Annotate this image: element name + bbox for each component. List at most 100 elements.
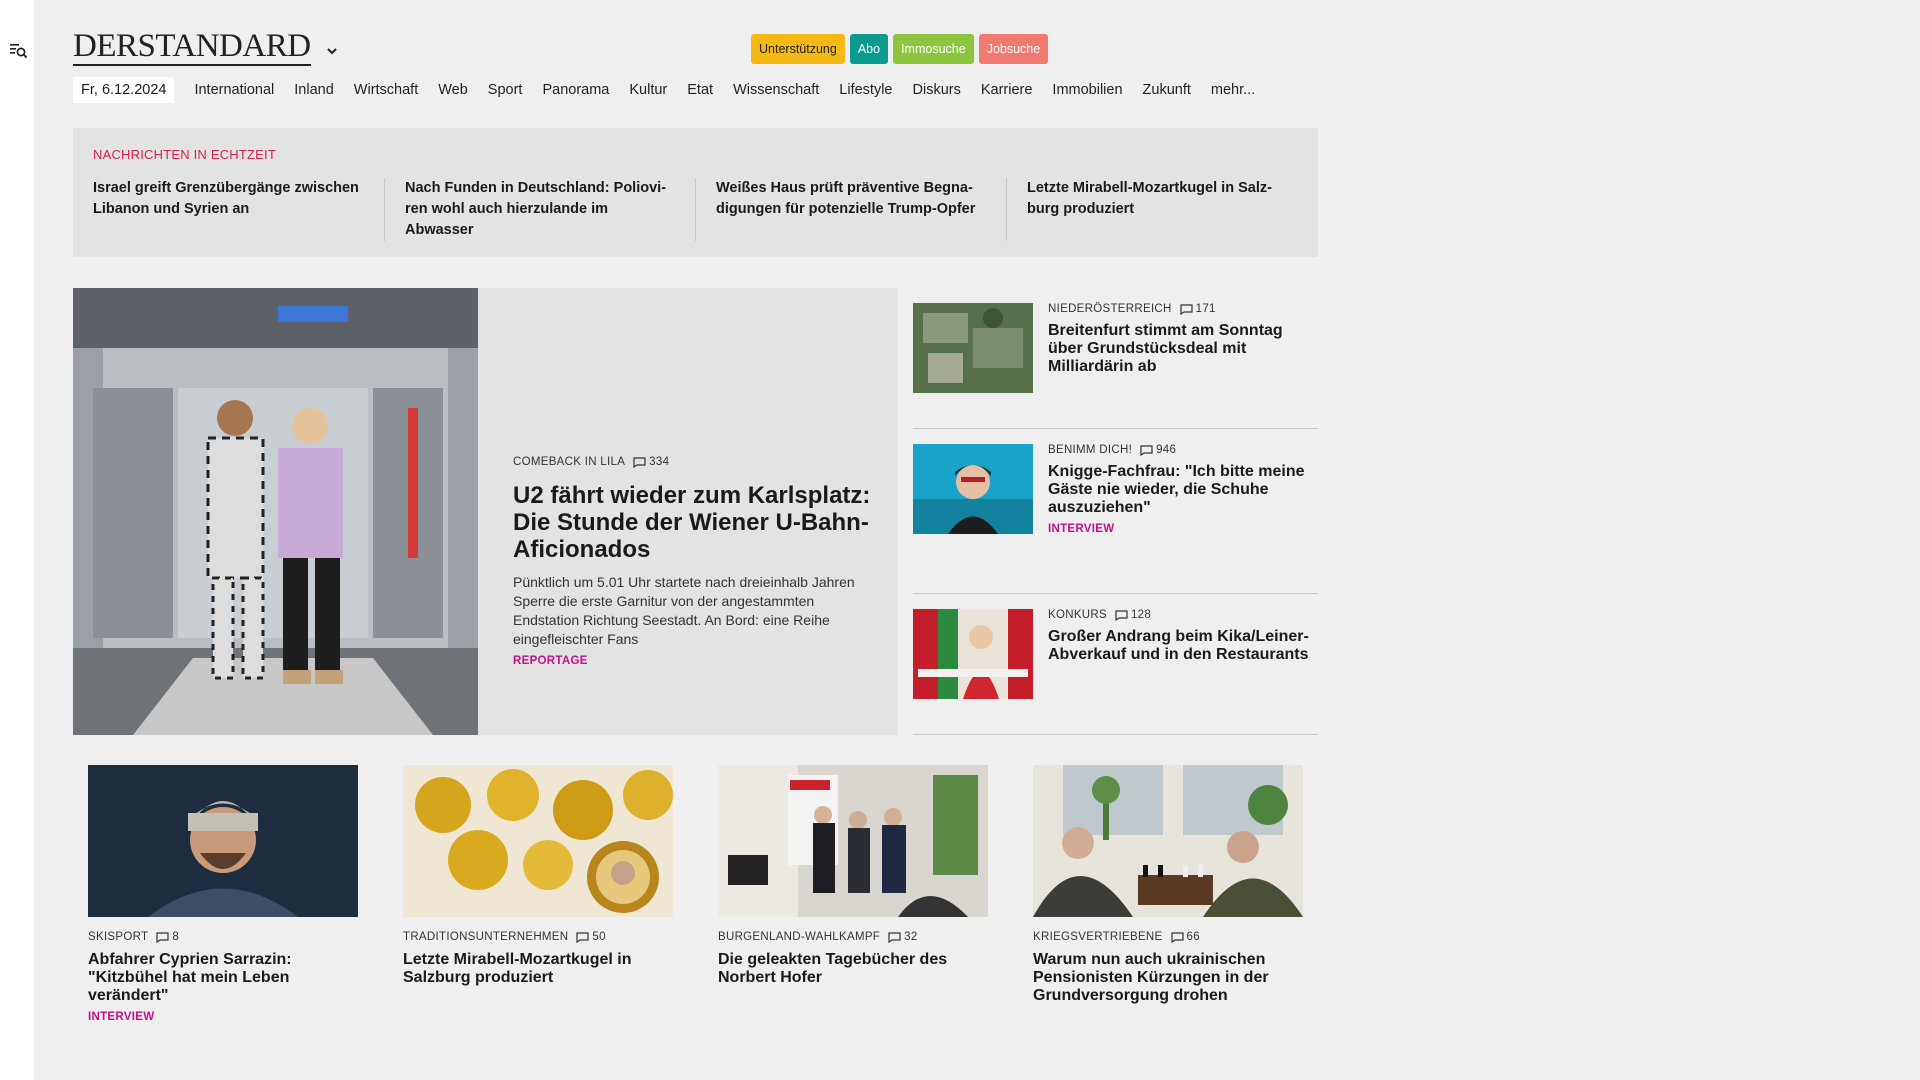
article-card[interactable]: BURGENLAND-WAHLKAMPF 32 Die geleakten Ta… [718,765,988,1023]
side-article-comment-count: 946 [1156,444,1177,456]
nav-item[interactable]: Immobilien [1052,82,1122,98]
nav-item[interactable]: Zukunft [1143,82,1191,98]
main-nav: Fr, 6.12.2024 International Inland Wirtsch… [73,77,1275,103]
side-article-image [913,609,1033,699]
article-card-image [403,765,673,917]
nav-item[interactable]: Sport [488,82,523,98]
divider [913,593,1318,594]
nav-item[interactable]: International [194,82,274,98]
divider [913,428,1318,429]
article-card-kicker: SKISPORT 8 [88,931,358,943]
side-article-image [913,444,1033,534]
header-pill[interactable]: Immosuche [893,34,974,64]
chevron-down-icon[interactable] [325,44,339,58]
site-logo[interactable]: DERSTANDARD [73,30,311,66]
nav-item[interactable]: Lifestyle [839,82,892,98]
side-article-text: BENIMM DICH! 946 Knigge-Fachfrau: "Ich b… [1048,444,1318,535]
article-card-comment-count: 32 [904,931,918,943]
brand-area: DERSTANDARD [73,30,339,66]
article-card-image [718,765,988,917]
nav-date: Fr, 6.12.2024 [73,77,175,103]
article-card-kicker: KRIEGSVERTRIEBENE 66 [1033,931,1303,943]
hero-comment-count: 334 [649,456,670,468]
header-pill[interactable]: Unterstützung [751,34,845,64]
article-card-comments[interactable]: 8 [156,931,179,943]
side-article-kicker: NIEDERÖSTERREICH 171 [1048,303,1318,315]
article-card-tag: INTERVIEW [88,1011,155,1023]
hero-comments[interactable]: 334 [633,456,669,468]
nav-item[interactable]: Inland [294,82,334,98]
ticker-item[interactable]: Israel greift Grenzübergänge zwischen Li… [93,178,384,241]
comment-icon [1170,931,1184,943]
ticker-item[interactable]: Letzte Mirabell-Mozartkugel in Salz­burg… [1006,178,1317,241]
side-article-comment-count: 128 [1130,609,1152,621]
hero-title[interactable]: U2 fährt wieder zum Karlsplatz: Die Stun… [513,482,873,563]
sidebar [0,0,34,1080]
nav-item[interactable]: Etat [687,82,713,98]
nav-item[interactable]: Wirtschaft [354,82,418,98]
menu-search-icon[interactable] [9,42,29,60]
header-pill[interactable]: Jobsuche [978,34,1049,64]
article-card-kicker: TRADITIONSUNTERNEHMEN 50 [403,931,673,943]
comment-icon [576,931,589,943]
comment-icon [888,931,901,943]
nav-item[interactable]: Diskurs [913,82,961,98]
nav-item[interactable]: Panorama [542,82,609,98]
comment-icon [1115,609,1128,621]
side-article-comments[interactable]: 128 [1115,609,1151,621]
hero-text: COMEBACK IN LILA 334 U2 fährt wieder zum… [513,456,873,667]
side-article-kicker-label: BENIMM DICH! [1048,444,1133,456]
side-article-kicker-label: KONKURS [1048,609,1107,621]
side-article-comments[interactable]: 946 [1140,444,1176,456]
article-card-comment-count: 66 [1186,931,1200,943]
side-article-kicker-label: NIEDERÖSTERREICH [1048,303,1172,315]
hero-image [73,288,478,735]
side-article-kicker: BENIMM DICH! 946 [1048,444,1318,456]
article-card-comment-count: 50 [592,931,606,943]
nav-item[interactable]: Kultur [629,82,667,98]
article-card-title[interactable]: Die geleakten Tagebücher des Norbert Hof… [718,951,988,987]
article-card-comments[interactable]: 32 [888,931,917,943]
side-article-comments[interactable]: 171 [1180,303,1216,315]
side-article-image [913,303,1033,393]
side-article-text: KONKURS 128 Großer Andrang beim Kika/Lei… [1048,609,1318,664]
nav-item[interactable]: Wissenschaft [733,82,819,98]
ticker-item[interactable]: Weißes Haus prüft präventive Begna­digun… [695,178,1006,241]
side-article-comment-count: 171 [1195,303,1216,315]
nav-item[interactable]: Web [438,82,468,98]
article-card-comments[interactable]: 66 [1170,931,1200,943]
article-card-title[interactable]: Warum nun auch ukrainischen Pensionisten… [1033,951,1303,1005]
side-article-title[interactable]: Breitenfurt stimmt am Sonntag über Grund… [1048,322,1318,376]
article-card-kicker-label: BURGENLAND-WAHLKAMPF [718,931,881,943]
nav-item[interactable]: Karriere [981,82,1033,98]
header-pill[interactable]: Abo [849,34,889,64]
hero-kicker-label: COMEBACK IN LILA [513,456,626,468]
article-card-kicker-label: SKISPORT [88,931,149,943]
article-card-image [1033,765,1303,917]
hero-kicker: COMEBACK IN LILA 334 [513,456,873,468]
hero-article[interactable]: COMEBACK IN LILA 334 U2 fährt wieder zum… [73,288,898,735]
hero-tag: REPORTAGE [513,655,588,667]
article-card-kicker-label: KRIEGSVERTRIEBENE [1033,931,1163,943]
comment-icon [156,931,169,943]
nav-item[interactable]: mehr... [1211,82,1255,98]
ticker-item[interactable]: Nach Funden in Deutschland: Poliovi­ren … [384,178,695,241]
article-card[interactable]: SKISPORT 8 Abfahrer Cyprien Sarrazin: "K… [88,765,358,1023]
comment-icon [1140,444,1153,456]
article-card[interactable]: TRADITIONSUNTERNEHMEN 50 Letzte Mirabell… [403,765,673,1023]
article-card-title[interactable]: Letzte Mirabell-Mozartkugel in Salzburg … [403,951,673,987]
side-article-title[interactable]: Großer Andrang beim Kika/Leiner-Abverkau… [1048,628,1318,664]
ticker-title: NACHRICHTEN IN ECHTZEIT [93,147,276,162]
article-card[interactable]: KRIEGSVERTRIEBENE 66 Warum nun auch ukra… [1033,765,1303,1023]
comment-icon [1180,303,1193,315]
article-card-kicker-label: TRADITIONSUNTERNEHMEN [403,931,569,943]
side-article-text: NIEDERÖSTERREICH 171 Breitenfurt stimmt … [1048,303,1318,376]
article-card-comments[interactable]: 50 [576,931,605,943]
side-article-title[interactable]: Knigge-Fachfrau: "Ich bitte meine Gäste … [1048,463,1318,517]
side-article-kicker: KONKURS 128 [1048,609,1318,621]
comment-icon [633,456,646,468]
article-card-title[interactable]: Abfahrer Cyprien Sarrazin: "Kitzbühel ha… [88,951,358,1005]
side-article-tag: INTERVIEW [1048,523,1115,535]
hero-teaser: Pünktlich um 5.01 Uhr startete nach drei… [513,574,855,647]
article-cards: SKISPORT 8 Abfahrer Cyprien Sarrazin: "K… [88,765,1303,1023]
